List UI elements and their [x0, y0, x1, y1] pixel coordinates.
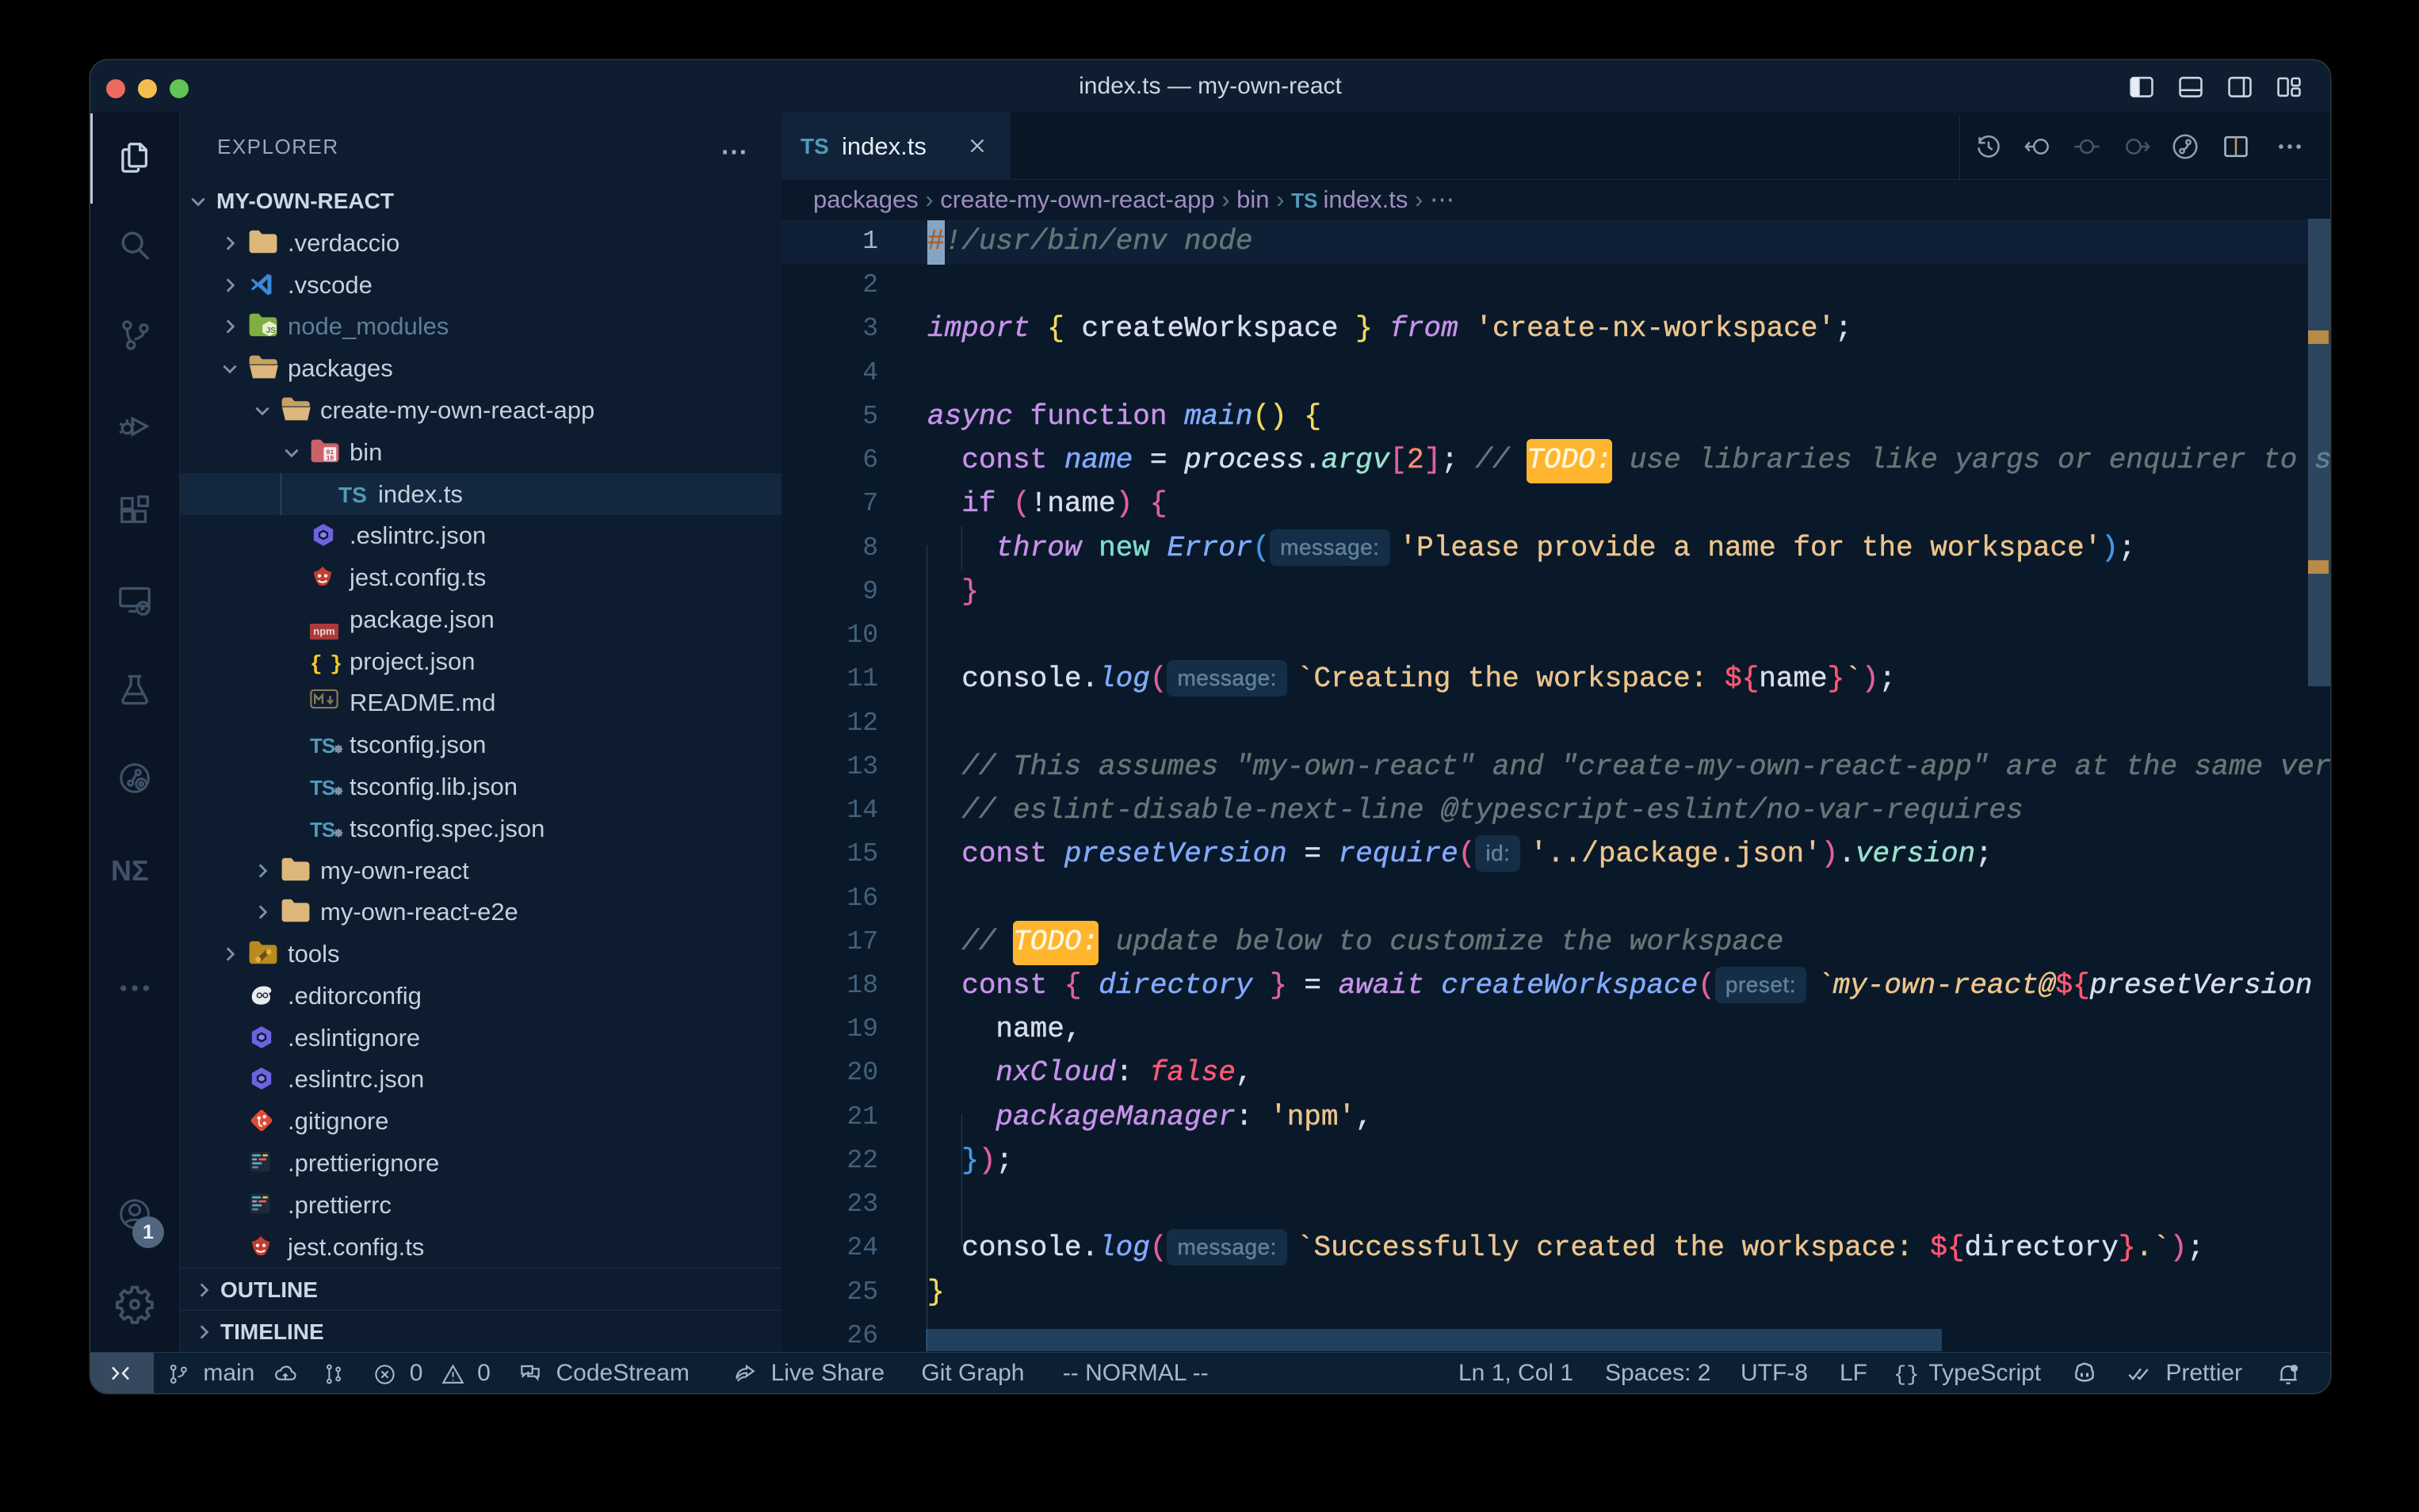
- svg-text:JS: JS: [266, 326, 276, 335]
- svg-text:10: 10: [327, 455, 334, 462]
